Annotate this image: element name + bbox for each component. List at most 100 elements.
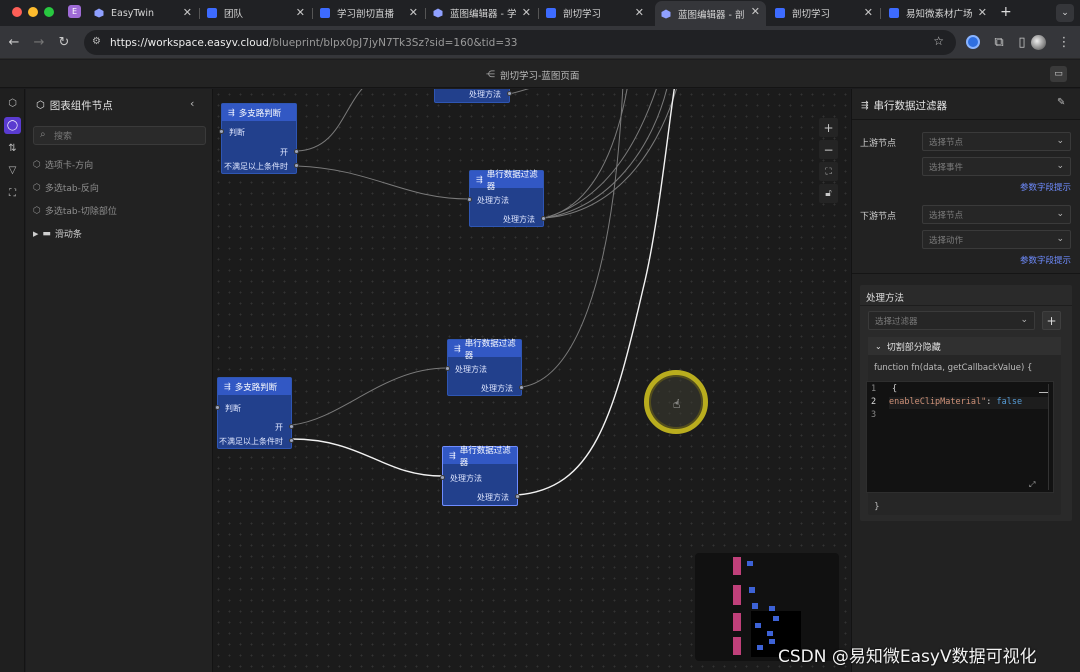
component-nodes-icon[interactable]: ◯ <box>4 117 21 134</box>
extension-icon[interactable] <box>966 35 980 49</box>
tab-blueprint-editor-learn[interactable]: 蓝图编辑器 - 学 ✕ <box>427 2 537 24</box>
filter-node-1[interactable]: ⇶ 串行数据过滤器 处理方法 处理方法 <box>467 170 546 227</box>
filter-node-top[interactable]: 处理方法 <box>434 89 512 103</box>
close-icon[interactable]: ✕ <box>751 5 760 18</box>
zoom-out-button[interactable]: − <box>819 140 838 159</box>
input-port-dot[interactable] <box>467 197 472 202</box>
profile-icon[interactable]: E <box>68 5 81 18</box>
back-arrow-icon[interactable]: ← <box>5 33 23 51</box>
filter-icon[interactable]: ▽ <box>4 162 21 179</box>
wire <box>296 89 363 152</box>
expand-icon[interactable]: ⛶ <box>4 185 21 202</box>
filter-node-2[interactable]: ⇶ 串行数据过滤器 处理方法 处理方法 <box>445 339 524 396</box>
new-tab-button[interactable]: + <box>1000 4 1012 20</box>
blueprint-canvas[interactable]: 处理方法 ⇶ 多支路判断 判断 开 不满足以上条件时 ⇶ 串行数据过滤器 处理方法 … <box>213 89 850 672</box>
lock-icon[interactable]: 🔓︎ <box>819 184 838 203</box>
close-icon[interactable]: ✕ <box>978 6 987 19</box>
edit-pencil-icon[interactable]: ✎ <box>1057 97 1065 108</box>
minimize-window-button[interactable] <box>28 7 38 17</box>
tab-clip-learning-2[interactable]: 剖切学习 ✕ <box>769 2 879 24</box>
minimap-node <box>733 613 741 631</box>
param-hint-link[interactable]: 参数字段提示 <box>1020 254 1071 266</box>
add-filter-button[interactable]: + <box>1042 311 1061 330</box>
close-window-button[interactable] <box>12 7 22 17</box>
close-icon[interactable]: ✕ <box>522 6 531 19</box>
filter-icon: ⇶ <box>476 175 483 184</box>
folder-item[interactable]: ▶ ▬ 滑动条 <box>33 227 82 241</box>
watermark: CSDN @易知微EasyV数据可视化 <box>778 647 1037 667</box>
output-port-dot[interactable] <box>515 494 520 499</box>
bookmark-star-icon[interactable]: ☆ <box>933 34 944 48</box>
code-editor[interactable]: 1 2 3 { enableClipMaterial": false ⤢ <box>866 381 1054 493</box>
divider <box>852 119 1080 120</box>
wire <box>291 438 443 477</box>
filter-select[interactable]: 选择过滤器 ⌄ <box>868 311 1035 330</box>
node-header: ⇶ 多支路判断 <box>218 378 291 395</box>
tab-easytwin[interactable]: EasyTwin ✕ <box>88 2 198 24</box>
tab-separator <box>312 8 313 19</box>
output-port-dot[interactable] <box>289 438 294 443</box>
upstream-event-select[interactable]: 选择事件 ⌄ <box>922 157 1071 176</box>
output-port-dot[interactable] <box>541 216 546 221</box>
downstream-node-select[interactable]: 选择节点 ⌄ <box>922 205 1071 224</box>
tab-live-stream[interactable]: 学习剖切直播 ✕ <box>314 2 424 24</box>
tab-separator <box>538 8 539 19</box>
downstream-action-select[interactable]: 选择动作 ⌄ <box>922 230 1071 249</box>
zoom-in-button[interactable]: + <box>819 118 838 137</box>
close-icon[interactable]: ✕ <box>635 6 644 19</box>
close-icon[interactable]: ✕ <box>409 6 418 19</box>
minimap-node <box>733 637 741 655</box>
preview-icon[interactable]: ▭ <box>1050 66 1067 82</box>
output-port-dot[interactable] <box>289 424 294 429</box>
fit-view-icon[interactable]: ⛶ <box>819 162 838 181</box>
tab-team[interactable]: 团队 ✕ <box>201 2 311 24</box>
node-header: ⇶ 串行数据过滤器 <box>448 339 521 361</box>
close-icon[interactable]: ✕ <box>183 6 192 19</box>
site-settings-icon[interactable]: ⚙ <box>92 36 101 47</box>
tab-separator <box>425 8 426 19</box>
tab-asset-plaza[interactable]: 易知微素材广场 ✕ <box>883 2 993 24</box>
filter-node-3[interactable]: ⇶ 串行数据过滤器 处理方法 处理方法 <box>440 446 520 506</box>
tab-clip-learning[interactable]: 剖切学习 ✕ <box>540 2 650 24</box>
minimap-node <box>767 631 773 636</box>
list-item[interactable]: ⬡ 选项卡-方向 <box>33 158 93 172</box>
branch-node-2[interactable]: ⇶ 多支路判断 判断 开 不满足以上条件时 <box>215 377 294 449</box>
output-port-dot[interactable] <box>519 385 524 390</box>
upstream-node-select[interactable]: 选择节点 ⌄ <box>922 132 1071 151</box>
forward-arrow-icon[interactable]: → <box>30 33 48 51</box>
close-icon[interactable]: ✕ <box>296 6 305 19</box>
output-port-dot[interactable] <box>294 163 299 168</box>
cube-outline-icon[interactable]: ⬡ <box>4 95 21 112</box>
logic-branch-icon[interactable]: ⇅ <box>4 140 21 157</box>
param-hint-link[interactable]: 参数字段提示 <box>1020 181 1071 193</box>
puzzle-icon[interactable]: ⧉ <box>990 33 1008 51</box>
input-port-dot[interactable] <box>445 366 450 371</box>
scrollbar[interactable] <box>1048 384 1049 490</box>
list-item[interactable]: ⬡ 多选tab-切除部位 <box>33 204 117 218</box>
collapse-panel-icon[interactable]: ‹ <box>190 97 194 110</box>
node-header: ⇶ 串行数据过滤器 <box>443 446 517 468</box>
easyv-icon <box>546 8 556 18</box>
search-input[interactable]: ⌕ 搜索 <box>33 126 206 145</box>
menu-dots-icon[interactable]: ⋮ <box>1055 33 1073 51</box>
input-port-dot[interactable] <box>215 405 220 410</box>
sidebar-icon[interactable]: ▯ <box>1013 33 1031 51</box>
address-bar[interactable]: ⚙ https://workspace.easyv.cloud/blueprin… <box>84 30 956 55</box>
output-port-dot[interactable] <box>294 149 299 154</box>
input-port-dot[interactable] <box>219 129 224 134</box>
tab-search-icon[interactable]: ⌄ <box>1056 4 1074 22</box>
close-icon[interactable]: ✕ <box>864 6 873 19</box>
code-cursor <box>1039 392 1048 393</box>
wire <box>543 89 657 219</box>
reload-icon[interactable]: ↻ <box>55 33 73 51</box>
fullscreen-icon[interactable]: ⤢ <box>1029 480 1035 490</box>
collapse-header[interactable]: ⌄ 切割部分隐藏 <box>868 337 1061 355</box>
list-item[interactable]: ⬡ 多选tab-反向 <box>33 181 99 195</box>
input-port-dot[interactable] <box>440 475 445 480</box>
branch-node-1[interactable]: ⇶ 多支路判断 判断 开 不满足以上条件时 <box>219 103 299 174</box>
avatar[interactable] <box>1031 35 1046 50</box>
maximize-window-button[interactable] <box>44 7 54 17</box>
output-port-dot[interactable] <box>507 91 512 96</box>
tab-blueprint-editor-active[interactable]: 蓝图编辑器 - 剖 ✕ <box>655 1 766 26</box>
minimap-node <box>733 557 741 575</box>
